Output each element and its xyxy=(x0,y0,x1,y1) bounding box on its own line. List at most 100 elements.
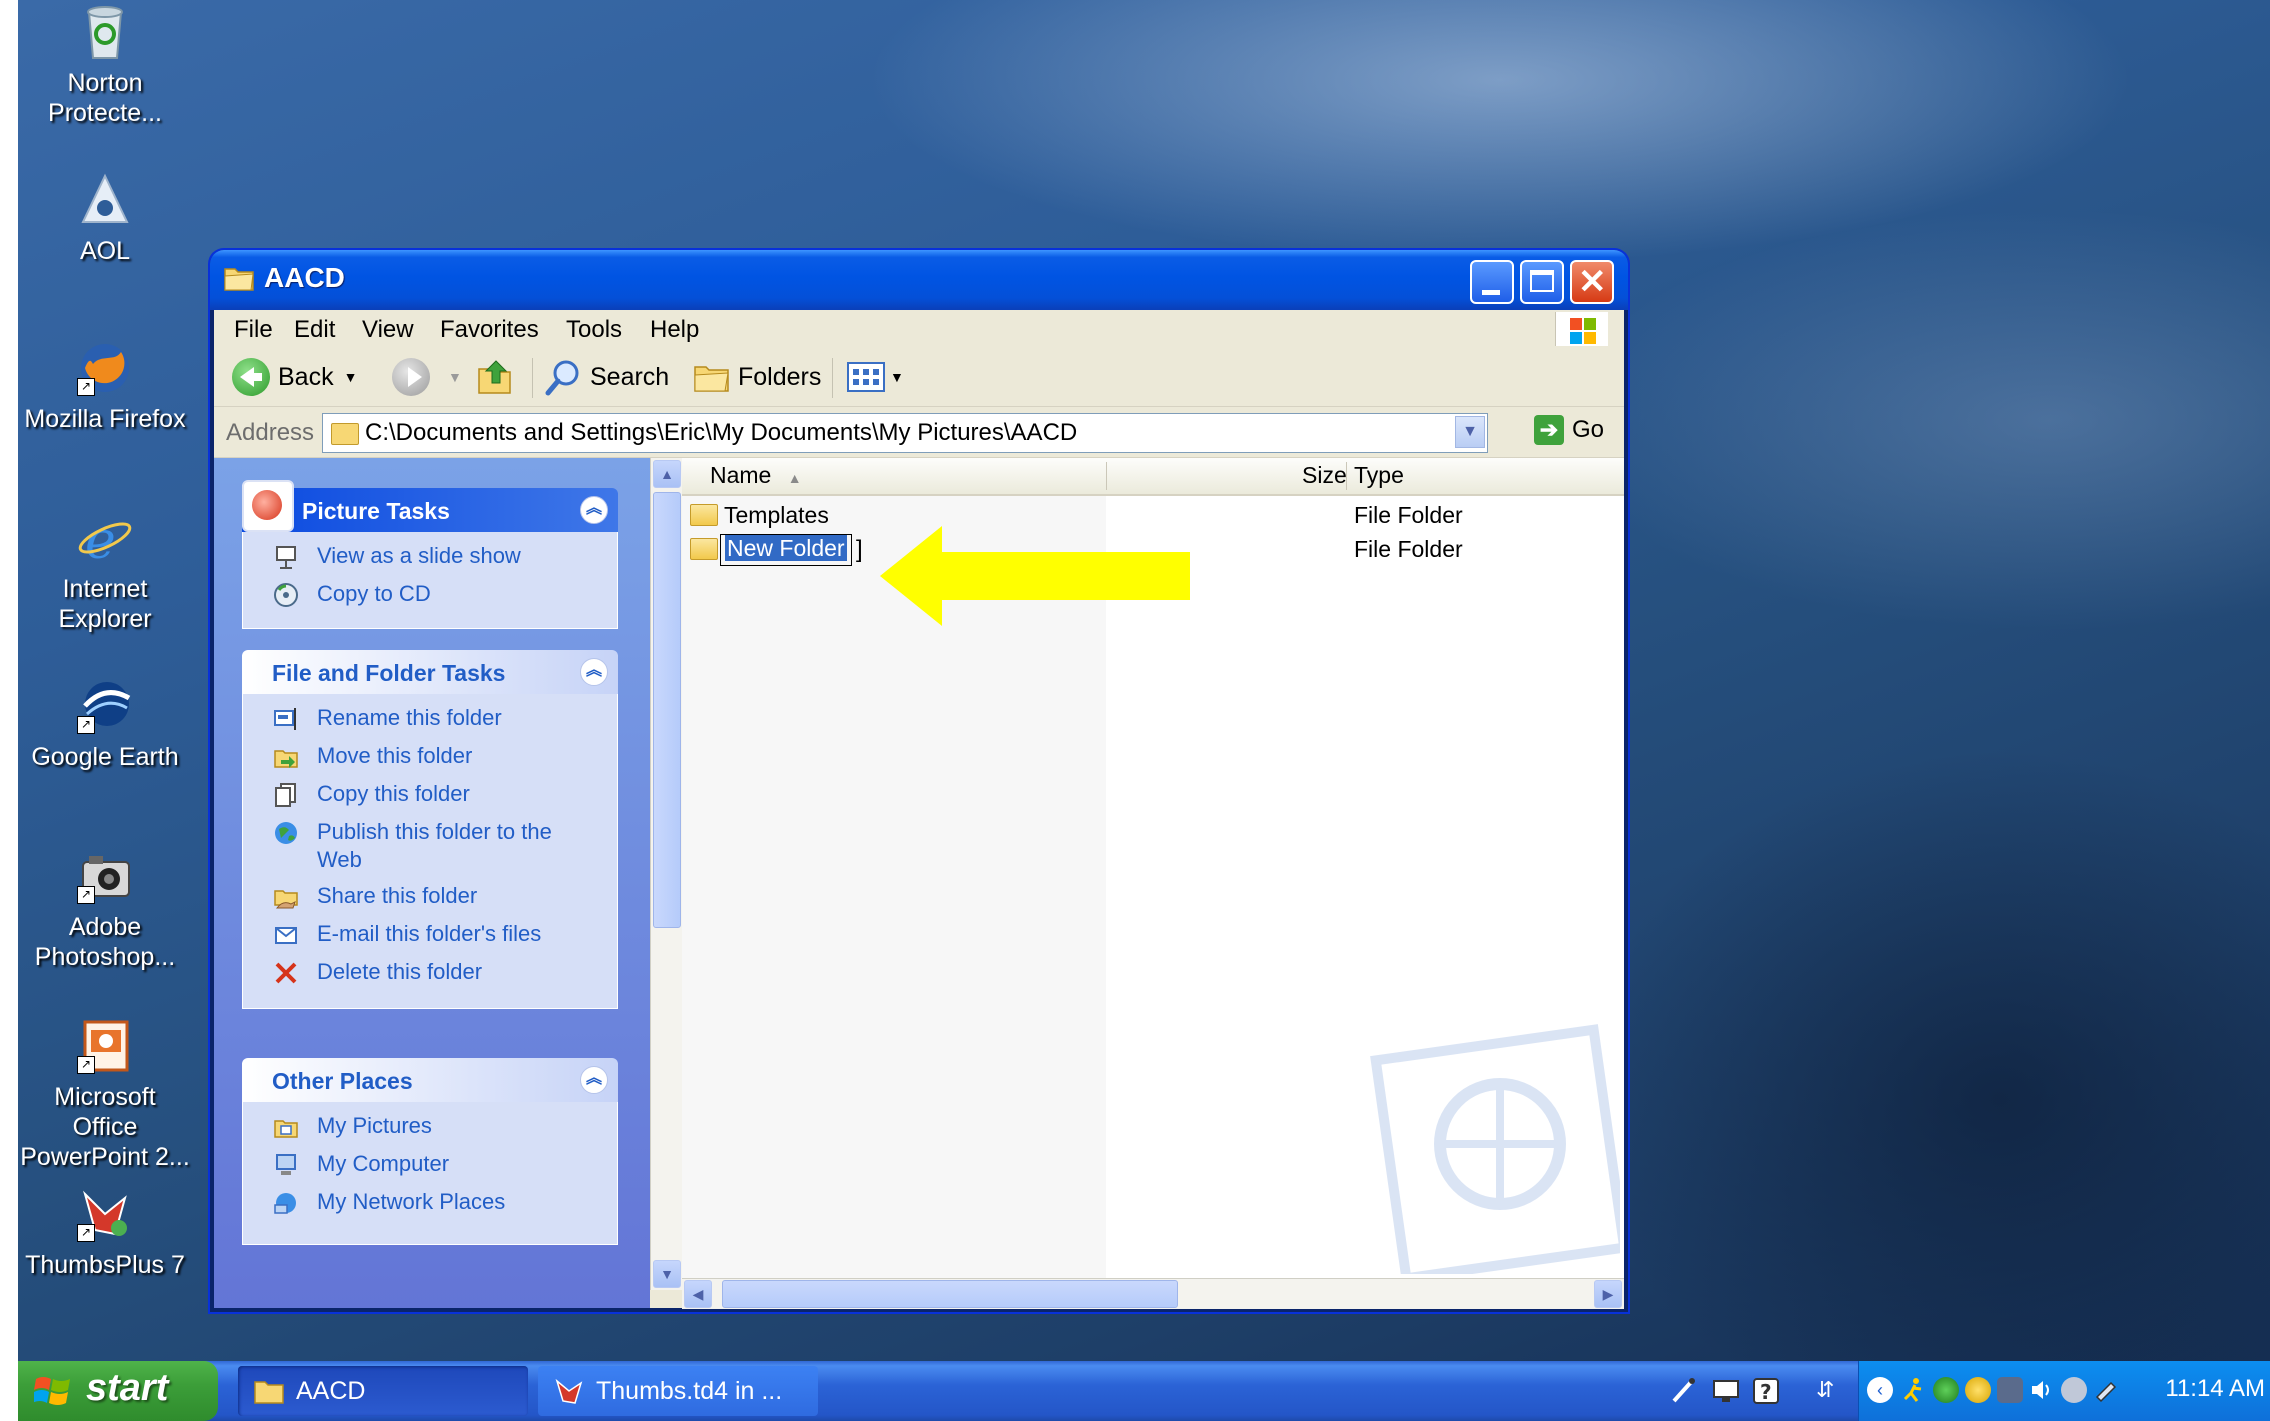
rename-input[interactable]: New Folder xyxy=(720,534,852,566)
search-label: Search xyxy=(590,362,670,391)
back-button[interactable]: Back ▼ xyxy=(232,356,357,398)
desktop-icon-internet-explorer[interactable]: e Internet Explorer xyxy=(20,508,190,634)
task-label: E-mail this folder's files xyxy=(317,921,542,946)
place-my-pictures[interactable]: My Pictures xyxy=(243,1112,617,1150)
desktop-icon-norton[interactable]: Norton Protecte... xyxy=(20,2,190,128)
my-pictures-icon xyxy=(273,1114,299,1140)
restore-icon[interactable]: ⇵ xyxy=(1816,1377,1844,1405)
place-my-network-places[interactable]: My Network Places xyxy=(243,1188,617,1226)
column-type[interactable]: Type xyxy=(1354,462,1404,492)
taskbar-button-aacd[interactable]: AACD xyxy=(238,1366,528,1416)
file-list-view[interactable]: Name ▲ Size Type Templates File Folder N… xyxy=(682,458,1624,1278)
search-icon xyxy=(545,360,579,396)
task-pane-scrollbar[interactable]: ▲ ▼ xyxy=(650,458,683,1290)
menu-edit[interactable]: Edit xyxy=(294,316,335,344)
address-input[interactable]: C:\Documents and Settings\Eric\My Docume… xyxy=(322,413,1488,453)
taskbar-button-thumbs[interactable]: Thumbs.td4 in ... xyxy=(538,1366,818,1416)
up-folder-button[interactable] xyxy=(476,356,516,398)
norton-tray-icon[interactable] xyxy=(1965,1377,1991,1403)
scroll-thumb[interactable] xyxy=(722,1280,1178,1308)
other-places-panel: Other Places ︽ My Pictures My Computer M… xyxy=(242,1058,618,1245)
help-icon[interactable]: ? xyxy=(1752,1377,1780,1405)
tray-expand-icon[interactable]: ‹ xyxy=(1867,1377,1893,1403)
picture-tasks-header[interactable]: Picture Tasks ︽ xyxy=(242,480,618,532)
task-label: Copy this folder xyxy=(317,781,470,806)
column-size[interactable]: Size xyxy=(1302,462,1347,492)
column-separator[interactable] xyxy=(1346,462,1347,490)
display-settings-icon[interactable] xyxy=(1712,1377,1740,1405)
scroll-right-button[interactable]: ▶ xyxy=(1594,1280,1622,1308)
pen-tool-icon[interactable] xyxy=(1670,1377,1698,1405)
file-row-new-folder[interactable]: New Folder ] File Folder xyxy=(690,526,1620,626)
task-move-folder[interactable]: Move this folder xyxy=(243,742,617,780)
minimize-button[interactable] xyxy=(1470,260,1514,304)
task-rename-folder[interactable]: Rename this folder xyxy=(243,704,617,742)
task-label: Share this folder xyxy=(317,883,478,908)
task-delete-folder[interactable]: Delete this folder xyxy=(243,958,617,996)
task-share-folder[interactable]: Share this folder xyxy=(243,882,617,920)
back-dropdown-icon[interactable]: ▼ xyxy=(344,369,358,385)
start-button[interactable]: start xyxy=(18,1361,218,1421)
aim-running-man-icon[interactable] xyxy=(1901,1377,1927,1403)
desktop-icon-firefox[interactable]: ↗ Mozilla Firefox xyxy=(20,338,190,434)
rename-icon xyxy=(273,706,299,732)
network-globe-icon[interactable] xyxy=(1933,1377,1959,1403)
close-button[interactable]: ✕ xyxy=(1570,260,1614,304)
task-label: Publish this folder to the Web xyxy=(317,819,552,872)
column-separator[interactable] xyxy=(1106,462,1107,490)
task-copy-to-cd[interactable]: Copy to CD xyxy=(243,580,617,618)
address-dropdown-button[interactable]: ▼ xyxy=(1455,416,1485,448)
task-copy-folder[interactable]: Copy this folder xyxy=(243,780,617,818)
scroll-up-button[interactable]: ▲ xyxy=(653,460,681,488)
task-slide-show[interactable]: View as a slide show xyxy=(243,542,617,580)
scroll-thumb[interactable] xyxy=(653,492,681,928)
go-button[interactable]: ➔ Go xyxy=(1534,415,1604,445)
task-publish-folder[interactable]: Publish this folder to the Web xyxy=(243,818,617,882)
usb-device-icon[interactable] xyxy=(2093,1377,2119,1403)
window-title: AACD xyxy=(264,262,345,293)
network-places-icon xyxy=(273,1190,299,1216)
network-connection-icon[interactable] xyxy=(1997,1377,2023,1403)
menu-tools[interactable]: Tools xyxy=(566,316,622,344)
desktop-icon-aol[interactable]: AOL xyxy=(20,170,190,266)
file-folder-tasks-title: File and Folder Tasks xyxy=(272,660,506,686)
picture-tasks-body: View as a slide show Copy to CD xyxy=(242,532,618,629)
scroll-down-button[interactable]: ▼ xyxy=(653,1260,681,1288)
svg-text:?: ? xyxy=(1760,1380,1772,1404)
collapse-chevron-icon[interactable]: ︽ xyxy=(580,1066,608,1094)
slide-show-icon xyxy=(273,544,299,570)
task-label: Copy to CD xyxy=(317,581,431,606)
desktop-icon-label: Mozilla Firefox xyxy=(24,405,186,433)
place-my-computer[interactable]: My Computer xyxy=(243,1150,617,1188)
desktop-icon-thumbsplus[interactable]: ↗ ThumbsPlus 7 xyxy=(20,1184,190,1280)
task-email-files[interactable]: E-mail this folder's files xyxy=(243,920,617,958)
collapse-chevron-icon[interactable]: ︽ xyxy=(580,658,608,686)
search-button[interactable]: Search xyxy=(544,356,669,398)
maximize-button[interactable] xyxy=(1520,260,1564,304)
window-titlebar[interactable]: AACD ✕ xyxy=(210,250,1628,310)
column-name[interactable]: Name ▲ xyxy=(710,462,802,492)
menu-file[interactable]: File xyxy=(234,316,273,344)
other-places-header[interactable]: Other Places ︽ xyxy=(242,1058,618,1102)
security-tray-icon[interactable] xyxy=(2061,1377,2087,1403)
menu-view[interactable]: View xyxy=(362,316,414,344)
desktop-icon-powerpoint[interactable]: ↗ Microsoft Office PowerPoint 2... xyxy=(20,1016,190,1172)
sort-ascending-icon: ▲ xyxy=(787,470,802,486)
views-button[interactable]: ▼ xyxy=(846,356,904,398)
desktop-icon-google-earth[interactable]: ↗ Google Earth xyxy=(20,676,190,772)
speaker-volume-icon[interactable] xyxy=(2029,1377,2055,1403)
task-label: Delete this folder xyxy=(317,959,483,984)
folders-button[interactable]: Folders xyxy=(692,356,821,398)
scroll-left-button[interactable]: ◀ xyxy=(684,1280,712,1308)
collapse-chevron-icon[interactable]: ︽ xyxy=(580,496,608,524)
file-list-horizontal-scrollbar[interactable]: ◀ ▶ xyxy=(682,1278,1624,1309)
forward-button[interactable]: ▼ xyxy=(392,356,462,398)
taskbar-clock[interactable]: 11:14 AM xyxy=(2165,1375,2265,1403)
menu-help[interactable]: Help xyxy=(650,316,699,344)
file-folder-tasks-header[interactable]: File and Folder Tasks ︽ xyxy=(242,650,618,694)
desktop-icon-photoshop[interactable]: ↗ Adobe Photoshop... xyxy=(20,846,190,972)
folder-icon xyxy=(690,538,718,560)
menu-favorites[interactable]: Favorites xyxy=(440,316,539,344)
picture-tasks-title: Picture Tasks xyxy=(302,498,450,524)
file-name: Templates xyxy=(724,502,829,528)
